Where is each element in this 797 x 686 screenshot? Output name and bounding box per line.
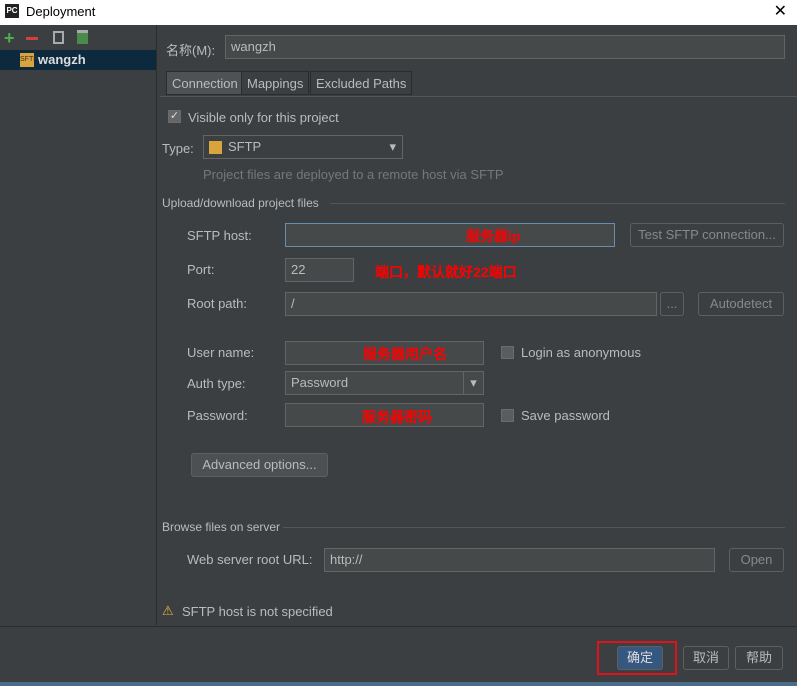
auth-type-select[interactable]: Password ▾ <box>285 371 484 395</box>
sftp-host-annotation: 服务器ip <box>466 228 521 244</box>
divider <box>330 203 785 204</box>
sidebar-item-label: wangzh <box>38 52 86 67</box>
chevron-down-icon: ▾ <box>463 372 483 394</box>
warning-text: SFTP host is not specified <box>182 604 333 619</box>
type-hint: Project files are deployed to a remote h… <box>203 167 504 182</box>
web-root-label: Web server root URL: <box>187 552 313 567</box>
cancel-button[interactable]: 取消 <box>683 646 729 670</box>
ok-button[interactable]: 确定 <box>617 646 663 670</box>
browse-button[interactable]: ... <box>660 292 684 316</box>
user-name-label: User name: <box>187 345 255 360</box>
test-connection-button[interactable]: Test SFTP connection... <box>630 223 784 247</box>
advanced-options-button[interactable]: Advanced options... <box>191 453 328 477</box>
bottom-edge <box>0 682 797 686</box>
browse-section-title: Browse files on server <box>162 520 281 534</box>
save-password-label: Save password <box>521 408 610 423</box>
app-logo: PC <box>5 4 19 18</box>
sftp-host-input[interactable] <box>285 223 615 247</box>
auth-type-label: Auth type: <box>187 376 246 391</box>
tab-connection[interactable]: Connection <box>166 71 244 95</box>
save-password-checkbox[interactable] <box>501 409 514 422</box>
sftp-icon: SFTP <box>20 53 38 67</box>
open-button[interactable]: Open <box>729 548 784 572</box>
tab-excluded-paths[interactable]: Excluded Paths <box>310 71 413 95</box>
type-select[interactable]: SFTP ▾ <box>203 135 403 159</box>
footer-divider <box>0 626 797 627</box>
visible-only-label: Visible only for this project <box>188 110 339 125</box>
port-input[interactable]: 22 <box>285 258 354 282</box>
copy-icon[interactable] <box>53 31 64 44</box>
close-button[interactable]: ✕ <box>774 1 787 21</box>
name-input[interactable]: wangzh <box>225 35 785 59</box>
chevron-down-icon: ▾ <box>389 139 396 154</box>
type-value: SFTP <box>228 139 262 154</box>
upload-section-title: Upload/download project files <box>162 196 319 210</box>
add-icon[interactable]: + <box>4 28 15 49</box>
name-label: 名称(M): <box>166 43 216 58</box>
password-label: Password: <box>187 408 248 423</box>
warning-icon: ⚠ <box>162 603 174 618</box>
autodetect-button[interactable]: Autodetect <box>698 292 784 316</box>
root-path-label: Root path: <box>187 296 247 311</box>
type-label: Type: <box>162 141 194 156</box>
sftp-host-label: SFTP host: <box>187 228 252 243</box>
auth-type-value: Password <box>291 375 349 390</box>
password-annotation: 服务器密码 <box>362 409 432 425</box>
sidebar <box>0 25 157 625</box>
divider <box>283 527 785 528</box>
help-button[interactable]: 帮助 <box>735 646 783 670</box>
title-bar: PC Deployment ✕ <box>0 0 797 25</box>
port-label: Port: <box>187 262 215 277</box>
sftp-icon <box>209 141 222 155</box>
window-title: Deployment <box>26 4 96 19</box>
user-name-annotation: 服务器用户名 <box>363 346 447 362</box>
tab-mappings[interactable]: Mappings <box>241 71 310 95</box>
login-anonymous-label: Login as anonymous <box>521 345 641 360</box>
sidebar-item-wangzh[interactable]: SFTP wangzh <box>0 50 156 70</box>
remove-icon[interactable] <box>26 37 38 40</box>
login-anonymous-checkbox[interactable] <box>501 346 514 359</box>
root-path-input[interactable]: / <box>285 292 657 316</box>
default-icon[interactable] <box>77 30 88 44</box>
web-root-input[interactable]: http:// <box>324 548 715 572</box>
port-annotation: 端口，默认就好22端口 <box>375 264 517 280</box>
visible-only-checkbox[interactable]: ✓ <box>168 110 181 123</box>
divider <box>160 96 797 97</box>
